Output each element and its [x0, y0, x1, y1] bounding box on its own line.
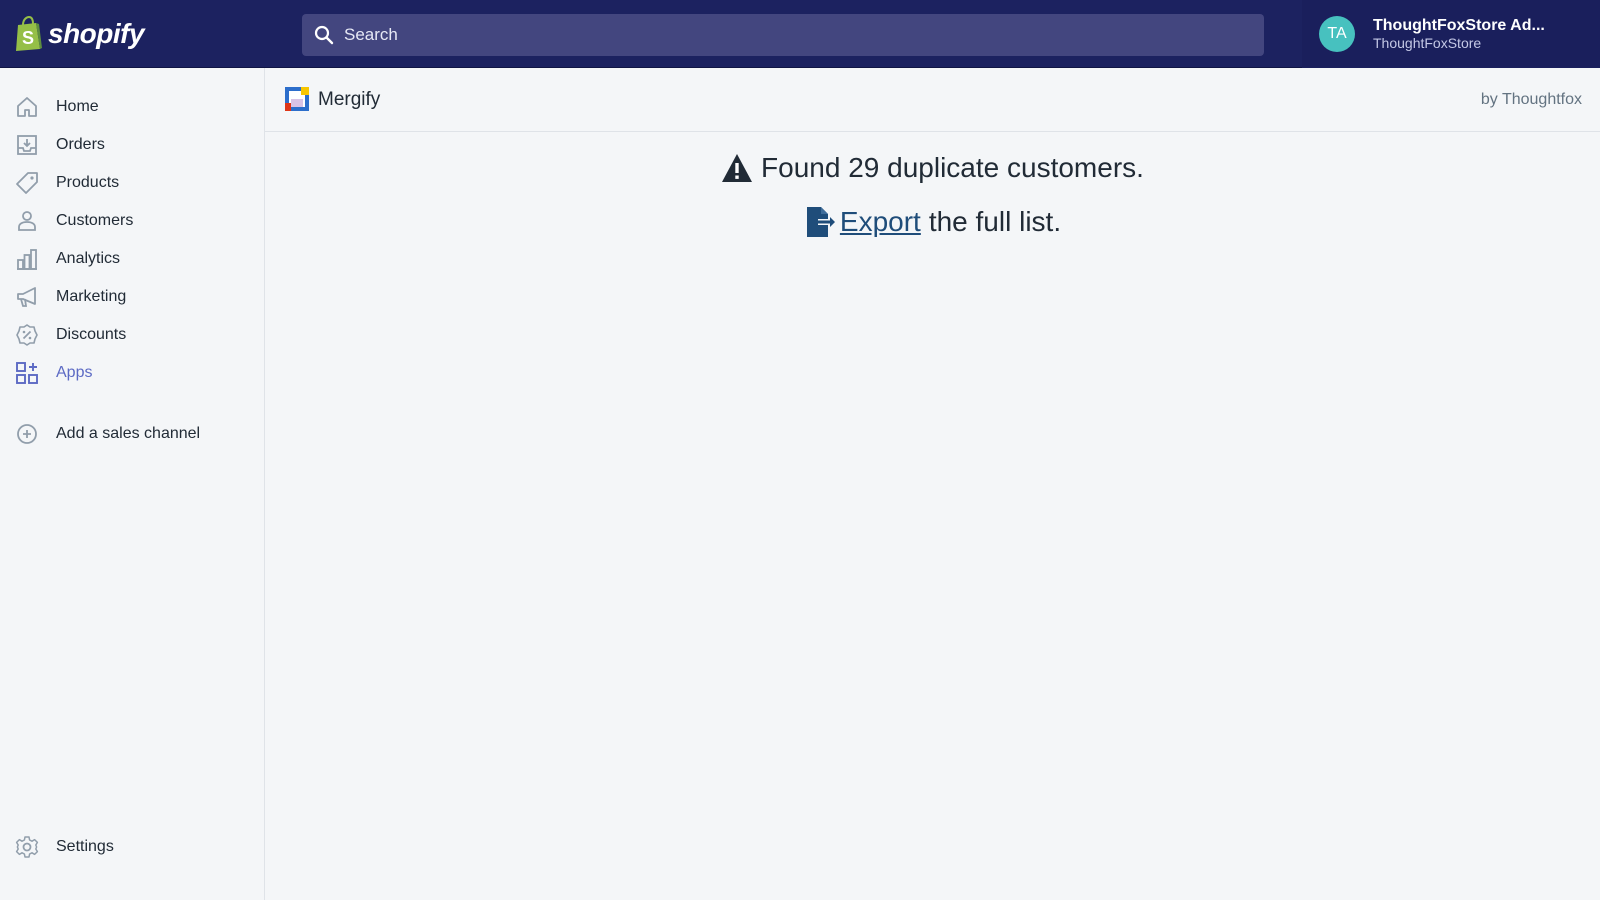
user-name: ThoughtFoxStore Ad...	[1373, 17, 1545, 34]
sidebar-item-label: Home	[56, 98, 99, 115]
bar-chart-icon	[17, 249, 37, 270]
sidebar-item-label: Customers	[56, 212, 134, 229]
search-input[interactable]	[344, 25, 1244, 45]
megaphone-icon	[17, 287, 36, 307]
sidebar-item-orders[interactable]: Orders	[0, 126, 264, 164]
sidebar: Home Orders Products Customers Analytics	[0, 68, 265, 900]
app-developer: by Thoughtfox	[1480, 91, 1582, 108]
logo-wordmark: shopify	[48, 18, 145, 49]
mergify-logo-icon	[285, 87, 309, 111]
apps-icon	[16, 362, 38, 384]
warning-icon	[722, 154, 753, 182]
sidebar-item-home[interactable]: Home	[0, 88, 264, 126]
sidebar-item-label: Marketing	[56, 288, 127, 305]
app-header: Mergify by Thoughtfox	[265, 68, 1600, 132]
sidebar-item-label: Orders	[56, 136, 105, 153]
export-line: Export the full list.	[265, 206, 1600, 238]
discount-icon	[16, 324, 38, 346]
svg-text:S: S	[22, 28, 34, 48]
sidebar-item-settings[interactable]: Settings	[0, 828, 264, 866]
tag-icon	[16, 172, 38, 194]
orders-icon	[17, 135, 37, 155]
sidebar-item-label: Analytics	[56, 250, 121, 267]
user-info: ThoughtFoxStore Ad... ThoughtFoxStore	[1373, 16, 1545, 52]
add-sales-channel-button[interactable]: Add a sales channel	[0, 415, 264, 453]
search-bar[interactable]	[302, 14, 1264, 56]
duplicate-summary: Found 29 duplicate customers.	[265, 152, 1600, 184]
person-icon	[18, 211, 36, 231]
sidebar-item-label: Products	[56, 174, 120, 191]
sidebar-item-products[interactable]: Products	[0, 164, 264, 202]
store-name: ThoughtFoxStore	[1373, 35, 1482, 52]
sidebar-item-label: Discounts	[56, 326, 127, 343]
export-description: the full list.	[928, 206, 1062, 237]
export-link-label: Export	[839, 206, 921, 237]
sidebar-item-discounts[interactable]: Discounts	[0, 316, 264, 354]
shopify-logo[interactable]: S shopify	[14, 16, 145, 52]
gear-icon	[15, 836, 39, 858]
plus-circle-icon	[17, 424, 37, 444]
sidebar-item-apps[interactable]: Apps	[0, 354, 264, 392]
top-bar: S shopify TA ThoughtFoxStore Ad... Thoug…	[0, 0, 1600, 68]
sidebar-item-label: Settings	[56, 838, 114, 855]
sidebar-item-marketing[interactable]: Marketing	[0, 278, 264, 316]
app-title: Mergify	[318, 89, 381, 110]
sidebar-item-label: Apps	[56, 364, 93, 381]
export-link[interactable]: Export	[804, 206, 921, 238]
search-icon	[314, 25, 334, 45]
home-icon	[17, 97, 37, 117]
file-export-icon	[806, 207, 835, 237]
sidebar-item-analytics[interactable]: Analytics	[0, 240, 264, 278]
avatar: TA	[1319, 16, 1355, 52]
shopify-bag-icon: S	[16, 16, 42, 51]
sidebar-item-customers[interactable]: Customers	[0, 202, 264, 240]
add-sales-channel-label: Add a sales channel	[56, 425, 201, 442]
duplicate-count-text: Found 29 duplicate customers.	[761, 152, 1144, 183]
user-menu[interactable]: TA ThoughtFoxStore Ad... ThoughtFoxStore	[1302, 0, 1600, 68]
